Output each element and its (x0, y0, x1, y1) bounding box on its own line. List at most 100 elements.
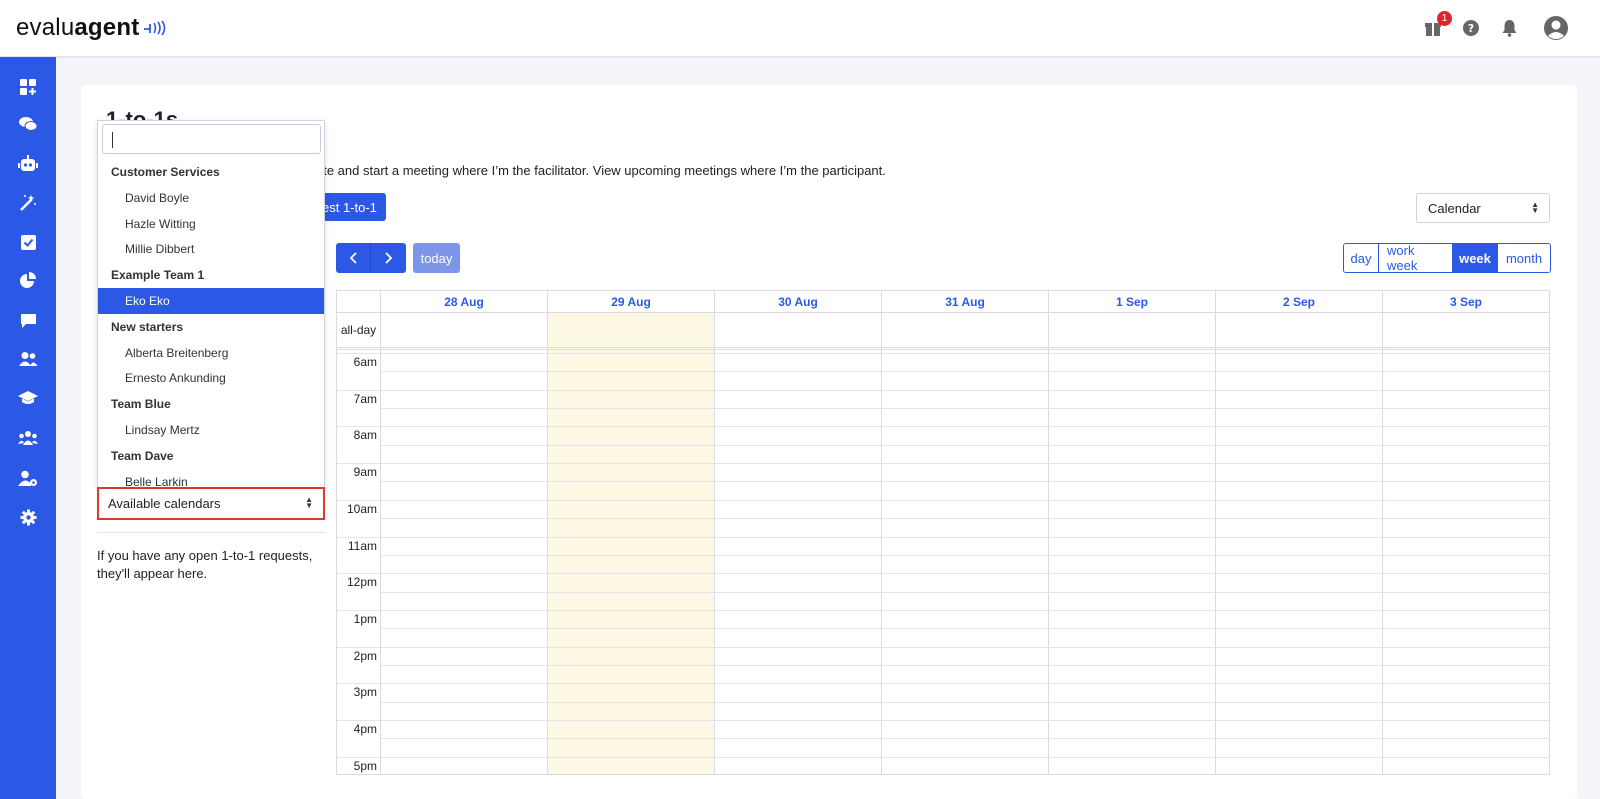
half-hour-slot[interactable] (380, 518, 1549, 520)
half-hour-slot[interactable] (380, 664, 1549, 666)
hour-slot[interactable] (337, 756, 1549, 758)
calendar-dropdown: Customer Services David Boyle Hazle Wittin… (97, 120, 325, 487)
half-hour-slot[interactable] (380, 738, 1549, 740)
hour-slot[interactable] (337, 683, 1549, 685)
logo-text-bold: agent (74, 14, 140, 41)
help-icon[interactable]: ? (1460, 17, 1482, 39)
prev-week-button[interactable] (336, 243, 371, 273)
half-hour-slot[interactable] (380, 481, 1549, 483)
hour-slot[interactable] (337, 573, 1549, 575)
time-label: 12pm (346, 575, 377, 590)
logo-text-regular: evalu (16, 14, 75, 41)
view-select-value: Calendar (1428, 200, 1481, 216)
half-hour-slot[interactable] (380, 408, 1549, 410)
time-label: 3pm (353, 685, 377, 700)
hour-slot[interactable] (337, 499, 1549, 501)
day-column-divider (881, 313, 882, 774)
today-button[interactable]: today (413, 243, 460, 273)
dropdown-option[interactable]: Belle Larkin (98, 469, 324, 487)
week-calendar: 28 Aug 29 Aug 30 Aug 31 Aug 1 Sep 2 Sep 3 Sep … (336, 290, 1550, 775)
day-header[interactable]: 31 Aug (881, 291, 1048, 313)
user-settings-icon[interactable] (17, 467, 39, 489)
day-header[interactable]: 29 Aug (547, 291, 714, 313)
graduation-cap-icon[interactable] (17, 387, 39, 409)
view-work-week-button[interactable]: work week (1379, 244, 1453, 272)
bell-icon[interactable] (1498, 17, 1520, 39)
day-column-divider (1215, 313, 1216, 774)
hour-slot[interactable] (337, 646, 1549, 648)
all-day-row[interactable]: all-day (337, 313, 1549, 350)
time-label: 9am (353, 465, 377, 480)
time-label: 4pm (353, 722, 377, 736)
request-1-to-1-button[interactable]: est 1-to-1 (316, 193, 386, 221)
hour-slot[interactable] (337, 426, 1549, 428)
dropdown-option[interactable]: Eko Eko (98, 288, 324, 314)
hour-slot[interactable] (337, 609, 1549, 611)
time-label: 10am (346, 501, 377, 516)
half-hour-slot[interactable] (380, 701, 1549, 703)
half-hour-slot[interactable] (380, 591, 1549, 593)
page-description: ate and start a meeting where I’m the fa… (316, 163, 886, 178)
gear-icon[interactable] (17, 506, 39, 528)
view-day-button[interactable]: day (1344, 244, 1379, 272)
day-header[interactable]: 30 Aug (714, 291, 881, 313)
dropdown-group-label: Example Team 1 (111, 268, 205, 283)
view-month-button[interactable]: month (1498, 244, 1550, 272)
chevron-right-icon (385, 252, 393, 264)
calendar-header: 28 Aug 29 Aug 30 Aug 31 Aug 1 Sep 2 Sep 3 Sep (337, 291, 1549, 313)
day-column-divider (1382, 313, 1383, 774)
dropdown-group-label: Customer Services (111, 165, 220, 179)
next-week-button[interactable] (371, 243, 406, 273)
users-icon[interactable] (17, 348, 39, 370)
dropdown-group-label: Team Blue (111, 397, 171, 412)
comment-icon[interactable] (17, 309, 39, 331)
half-hour-slot[interactable] (380, 628, 1549, 630)
half-hour-slot[interactable] (380, 371, 1549, 373)
hour-slot[interactable] (337, 536, 1549, 538)
robot-icon[interactable] (17, 153, 39, 175)
time-label: 5pm (353, 758, 377, 773)
time-label: 6am (353, 355, 377, 369)
dropdown-option[interactable]: Ernesto Ankunding (98, 365, 324, 391)
time-label: 2pm (353, 648, 377, 663)
dropdown-search-input[interactable] (102, 124, 321, 154)
chat-bubbles-icon[interactable] (17, 113, 39, 135)
day-column-divider (714, 313, 715, 774)
day-header[interactable]: 1 Sep (1048, 291, 1215, 313)
view-select[interactable]: Calendar ▲ ▼ (1416, 193, 1550, 223)
dropdown-option[interactable]: Millie Dibbert (98, 236, 324, 262)
hour-slot[interactable] (337, 353, 1549, 354)
day-header[interactable]: 28 Aug (380, 291, 547, 313)
user-avatar-icon[interactable] (1542, 14, 1570, 42)
available-calendars-label: Available calendars (108, 496, 221, 511)
time-label: 11am (347, 538, 377, 553)
day-header[interactable]: 2 Sep (1215, 291, 1382, 313)
view-week-button[interactable]: week (1453, 244, 1498, 272)
hour-slot[interactable] (337, 720, 1549, 721)
day-column-divider (1048, 313, 1049, 774)
pie-chart-icon[interactable] (17, 270, 39, 292)
dropdown-option[interactable]: Lindsay Mertz (98, 417, 324, 443)
dropdown-option[interactable]: Hazle Witting (98, 211, 324, 237)
logo-wave-icon (144, 20, 166, 36)
magic-wand-icon[interactable] (17, 192, 39, 214)
half-hour-slot[interactable] (380, 554, 1549, 556)
dashboard-add-icon[interactable] (17, 76, 39, 98)
team-icon[interactable] (17, 427, 39, 449)
day-header[interactable]: 3 Sep (1382, 291, 1549, 313)
checkbox-icon[interactable] (17, 231, 39, 253)
dropdown-option[interactable]: David Boyle (98, 185, 324, 211)
gift-icon[interactable]: 1 (1422, 11, 1452, 39)
app-logo[interactable]: evalu agent (16, 14, 168, 42)
time-label: 8am (353, 428, 377, 443)
hour-slot[interactable] (337, 463, 1549, 465)
view-toggle: day work week week month (1343, 243, 1551, 273)
sidebar (0, 57, 56, 799)
today-column-highlight (548, 313, 714, 774)
half-hour-slot[interactable] (380, 444, 1549, 446)
calendar-nav (336, 243, 406, 273)
dropdown-group-label: Team Dave (111, 448, 174, 463)
dropdown-option[interactable]: Alberta Breitenberg (98, 340, 324, 366)
hour-slot[interactable] (337, 389, 1549, 391)
available-calendars-select[interactable]: Available calendars ▲ ▼ (97, 487, 325, 520)
